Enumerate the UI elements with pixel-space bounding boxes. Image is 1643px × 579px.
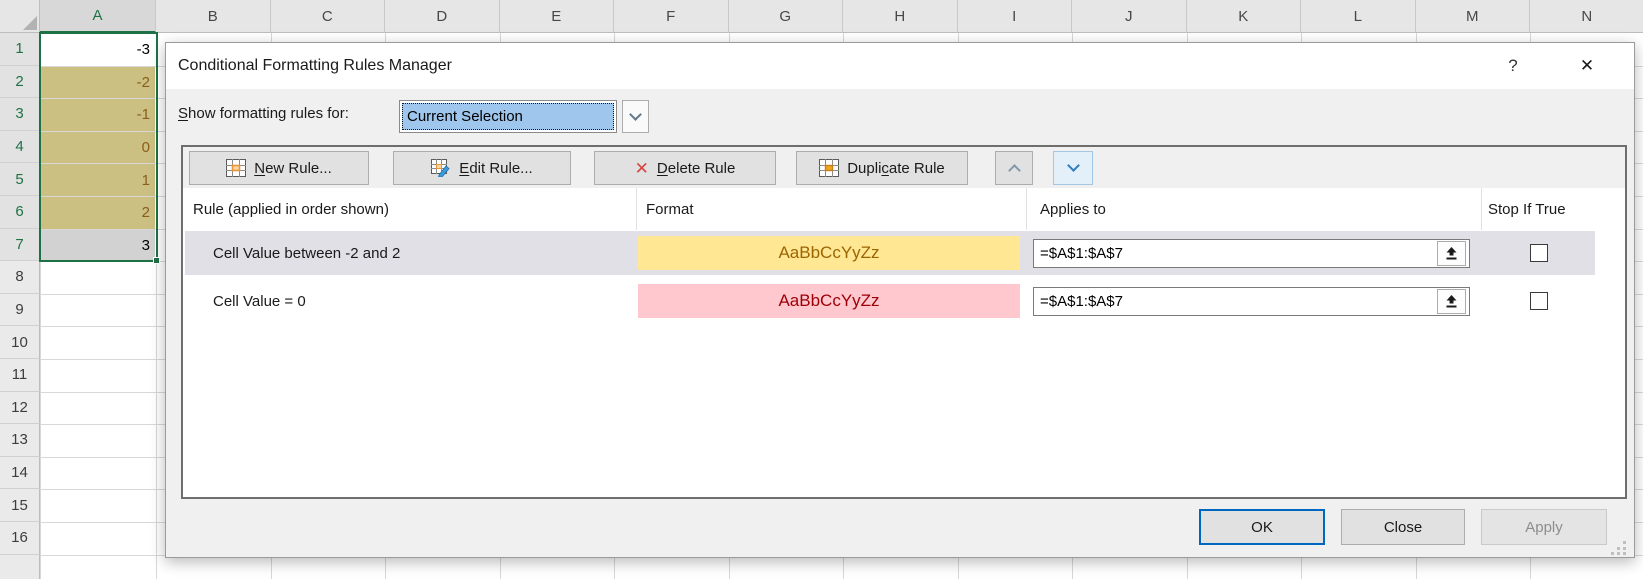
move-rule-up-button[interactable] <box>995 151 1033 185</box>
rule-name: Cell Value between -2 and 2 <box>213 231 400 275</box>
row-header-14[interactable]: 14 <box>0 457 40 490</box>
show-rules-combobox[interactable]: Current Selection <box>399 100 617 133</box>
collapse-arrow-icon <box>1444 246 1459 261</box>
applies-to-input[interactable] <box>1033 239 1470 268</box>
column-header-n[interactable]: N <box>1530 0 1643 33</box>
dialog-title: Conditional Formatting Rules Manager <box>178 57 452 75</box>
stop-if-true-checkbox[interactable] <box>1530 292 1548 310</box>
duplicate-rule-button[interactable]: Duplicate Rule <box>796 151 968 185</box>
dialog-titlebar: Conditional Formatting Rules Manager <box>166 43 1634 89</box>
conditional-formatting-rules-manager-dialog: Conditional Formatting Rules Manager ? ✕… <box>165 42 1635 558</box>
show-rules-selected-value: Current Selection <box>402 103 614 130</box>
delete-rule-button[interactable]: ✕ Delete Rule <box>594 151 776 185</box>
row-header-7[interactable]: 7 <box>0 229 40 262</box>
column-header-g[interactable]: G <box>729 0 844 33</box>
resize-grip[interactable] <box>1611 541 1627 555</box>
close-button[interactable]: Close <box>1341 509 1465 545</box>
column-header-i[interactable]: I <box>958 0 1073 33</box>
applies-to-input[interactable] <box>1033 287 1470 316</box>
column-header-c[interactable]: C <box>271 0 386 33</box>
collapse-dialog-button[interactable] <box>1437 241 1466 266</box>
row-header-11[interactable]: 11 <box>0 359 40 392</box>
apply-button[interactable]: Apply <box>1481 509 1607 545</box>
row-header-5[interactable]: 5 <box>0 163 40 196</box>
row-header-13[interactable]: 13 <box>0 424 40 457</box>
header-separator <box>1481 188 1482 230</box>
new-rule-button[interactable]: New Rule... <box>189 151 369 185</box>
header-separator <box>1026 188 1027 230</box>
collapse-dialog-button[interactable] <box>1437 289 1466 314</box>
cell-a7[interactable]: 3 <box>41 230 155 262</box>
rule-name: Cell Value = 0 <box>213 279 306 323</box>
collapse-arrow-icon <box>1444 294 1459 309</box>
help-icon[interactable]: ? <box>1498 51 1528 81</box>
row-header-12[interactable]: 12 <box>0 392 40 425</box>
cell-a3[interactable]: -1 <box>41 99 155 131</box>
row-header-17[interactable] <box>0 555 40 579</box>
row-header-15[interactable]: 15 <box>0 489 40 522</box>
select-all-triangle-icon <box>23 16 37 30</box>
rule-row-cell-value-equals[interactable]: Cell Value = 0 AaBbCcYyZz <box>185 279 1595 323</box>
row-header-9[interactable]: 9 <box>0 294 40 327</box>
show-rules-dropdown-button[interactable] <box>622 100 649 133</box>
column-header-stop-if-true: Stop If True <box>1488 188 1566 230</box>
ok-button[interactable]: OK <box>1199 509 1325 545</box>
column-header-k[interactable]: K <box>1187 0 1302 33</box>
row-header-16[interactable]: 16 <box>0 522 40 555</box>
column-header-l[interactable]: L <box>1301 0 1416 33</box>
move-rule-down-button[interactable] <box>1053 151 1093 185</box>
row-header-1[interactable]: 1 <box>0 33 40 66</box>
column-header-j[interactable]: J <box>1072 0 1187 33</box>
format-preview: AaBbCcYyZz <box>638 236 1020 270</box>
chevron-down-icon <box>629 108 642 121</box>
duplicate-rule-grid-icon <box>819 159 839 177</box>
column-header-e[interactable]: E <box>500 0 615 33</box>
column-header-m[interactable]: M <box>1416 0 1531 33</box>
format-preview: AaBbCcYyZz <box>638 284 1020 318</box>
edit-rule-button[interactable]: Edit Rule... <box>393 151 571 185</box>
column-header-rule: Rule (applied in order shown) <box>193 188 389 230</box>
select-all-corner[interactable] <box>0 0 40 33</box>
cell-a5[interactable]: 1 <box>41 164 155 196</box>
header-separator <box>636 188 637 230</box>
column-header-b[interactable]: B <box>156 0 271 33</box>
column-header-f[interactable]: F <box>614 0 729 33</box>
column-header-format: Format <box>646 188 694 230</box>
new-rule-grid-icon <box>226 159 246 177</box>
column-header-d[interactable]: D <box>385 0 500 33</box>
delete-rule-label: Delete Rule <box>657 160 735 177</box>
cell-a1[interactable]: -3 <box>41 34 155 66</box>
chevron-down-icon <box>1067 159 1080 172</box>
gridline <box>156 33 157 579</box>
row-header-2[interactable]: 2 <box>0 66 40 99</box>
row-header-8[interactable]: 8 <box>0 261 40 294</box>
delete-x-icon: ✕ <box>635 160 649 177</box>
row-header-3[interactable]: 3 <box>0 98 40 131</box>
column-header-a[interactable]: A <box>40 0 156 33</box>
show-rules-label: Show formatting rules for: <box>178 105 349 122</box>
column-header-applies-to: Applies to <box>1040 188 1106 230</box>
fill-handle[interactable] <box>153 257 160 264</box>
stop-if-true-checkbox[interactable] <box>1530 244 1548 262</box>
duplicate-rule-label: Duplicate Rule <box>847 160 945 177</box>
chevron-up-icon <box>1008 164 1021 177</box>
edit-rule-label: Edit Rule... <box>459 160 532 177</box>
column-header-h[interactable]: H <box>843 0 958 33</box>
row-header-6[interactable]: 6 <box>0 196 40 229</box>
cell-a6[interactable]: 2 <box>41 197 155 229</box>
cell-a2[interactable]: -2 <box>41 67 155 99</box>
row-header-4[interactable]: 4 <box>0 131 40 164</box>
close-icon[interactable]: ✕ <box>1570 51 1604 81</box>
new-rule-label: New Rule... <box>254 160 332 177</box>
edit-rule-pencil-icon <box>431 159 451 177</box>
rules-list-container: New Rule... Edit Rule... ✕ Delete Rule D… <box>181 145 1627 499</box>
rule-row-cell-value-between[interactable]: Cell Value between -2 and 2 AaBbCcYyZz <box>185 231 1595 275</box>
cell-a4[interactable]: 0 <box>41 132 155 164</box>
row-header-10[interactable]: 10 <box>0 326 40 359</box>
